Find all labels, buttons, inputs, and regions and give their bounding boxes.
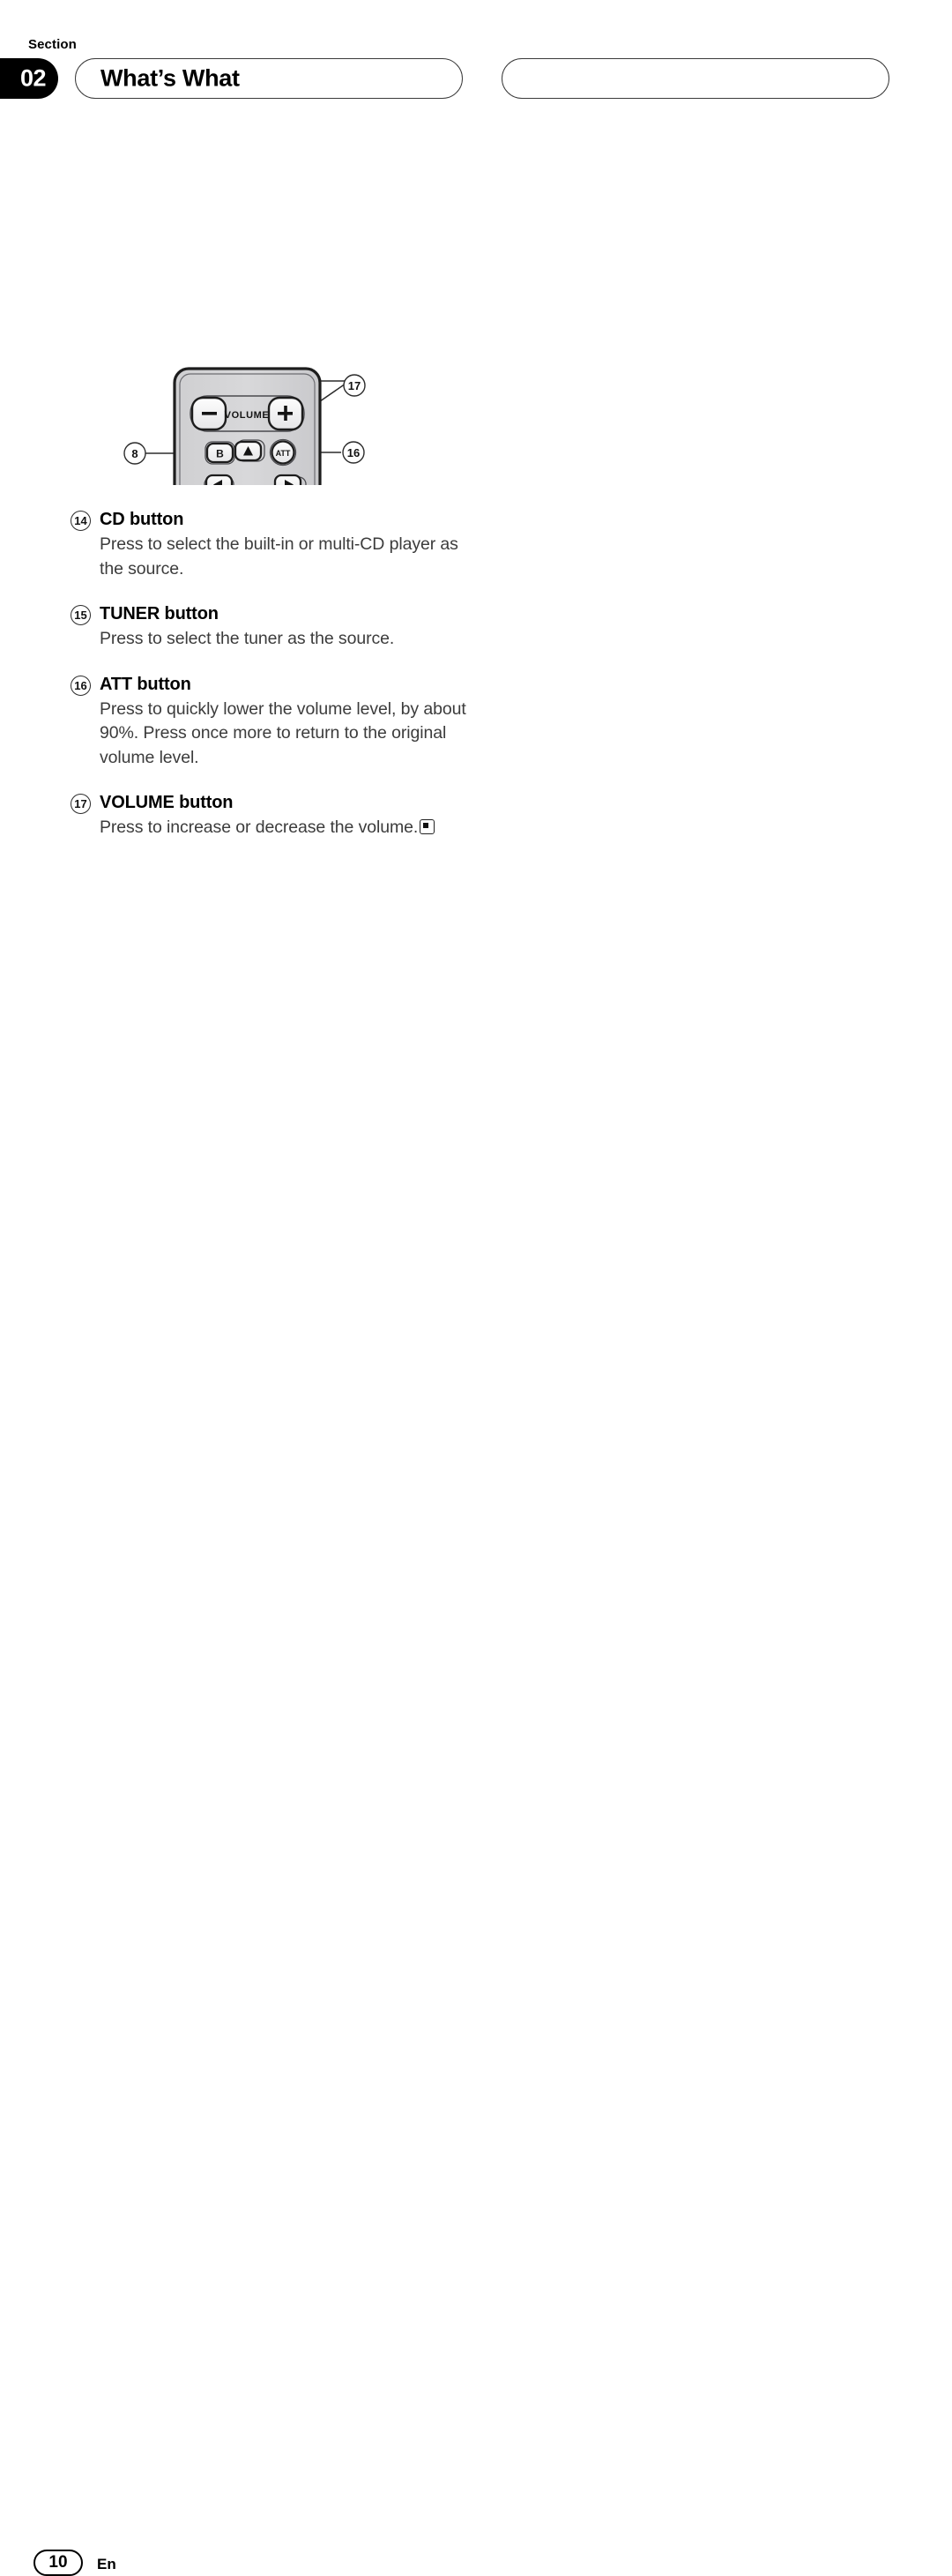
callout-8-label: 8: [131, 447, 138, 460]
select-up-button: [234, 439, 265, 462]
svg-text:ATT: ATT: [276, 449, 291, 458]
list-item: 14 CD button Press to select the built-i…: [71, 510, 529, 581]
section-number-badge: 02: [0, 58, 58, 99]
entry-number: 15: [71, 605, 91, 625]
list-item: 16 ATT button Press to quickly lower the…: [71, 675, 529, 771]
end-of-section-marker: [420, 819, 435, 834]
svg-text:B: B: [216, 448, 224, 460]
entry-body: Press to quickly lower the volume level,…: [100, 698, 466, 767]
volume-label: VOLUME: [225, 410, 270, 421]
button-description-list: 14 CD button Press to select the built-i…: [71, 510, 529, 863]
page-number-badge: 10: [33, 2550, 83, 2576]
callout-16-label: 16: [347, 446, 360, 459]
header-right-pill: [502, 58, 889, 99]
remote-control-figure: VOLUME B F A ATT SELECT: [115, 176, 423, 485]
page-header: Section 02 What’s What: [0, 0, 952, 115]
section-label: Section: [28, 37, 77, 52]
callout-8: 8: [123, 442, 146, 465]
list-item: 17 VOLUME button Press to increase or de…: [71, 793, 529, 840]
entry-number: 14: [71, 511, 91, 531]
entry-body: Press to select the tuner as the source.: [100, 629, 395, 648]
entry-header: 16 ATT button: [71, 674, 529, 696]
entry-body: Press to increase or decrease the volume…: [100, 818, 419, 837]
callout-16: 16: [342, 441, 365, 464]
entry-header: 15 TUNER button: [71, 604, 529, 625]
entry-body: Press to select the built-in or multi-CD…: [100, 534, 458, 579]
select-left-button: [204, 474, 234, 485]
callout-17: 17: [343, 374, 366, 397]
callout-17-label: 17: [348, 379, 361, 392]
entry-title: VOLUME button: [100, 793, 234, 812]
entry-title: CD button: [100, 510, 184, 529]
volume-minus-icon: [202, 412, 217, 415]
entry-header: 17 VOLUME button: [71, 793, 529, 814]
entry-body-with-marker: Press to increase or decrease the volume…: [100, 816, 474, 840]
entry-title: TUNER button: [100, 604, 219, 623]
entry-number: 17: [71, 794, 91, 814]
list-item: 15 TUNER button Press to select the tune…: [71, 604, 529, 652]
page-language-label: En: [97, 2556, 116, 2572]
entry-header: 14 CD button: [71, 510, 529, 531]
att-button[interactable]: ATT: [269, 438, 297, 467]
b-button[interactable]: B: [205, 441, 235, 465]
entry-title: ATT button: [100, 674, 191, 694]
entry-number: 16: [71, 675, 91, 696]
select-label: SELECT: [234, 483, 274, 485]
section-number-text: 02: [19, 64, 47, 92]
page-title: What’s What: [100, 64, 240, 92]
page-title-pill: What’s What: [75, 58, 463, 99]
page-footer: 10 En: [0, 1260, 952, 2576]
